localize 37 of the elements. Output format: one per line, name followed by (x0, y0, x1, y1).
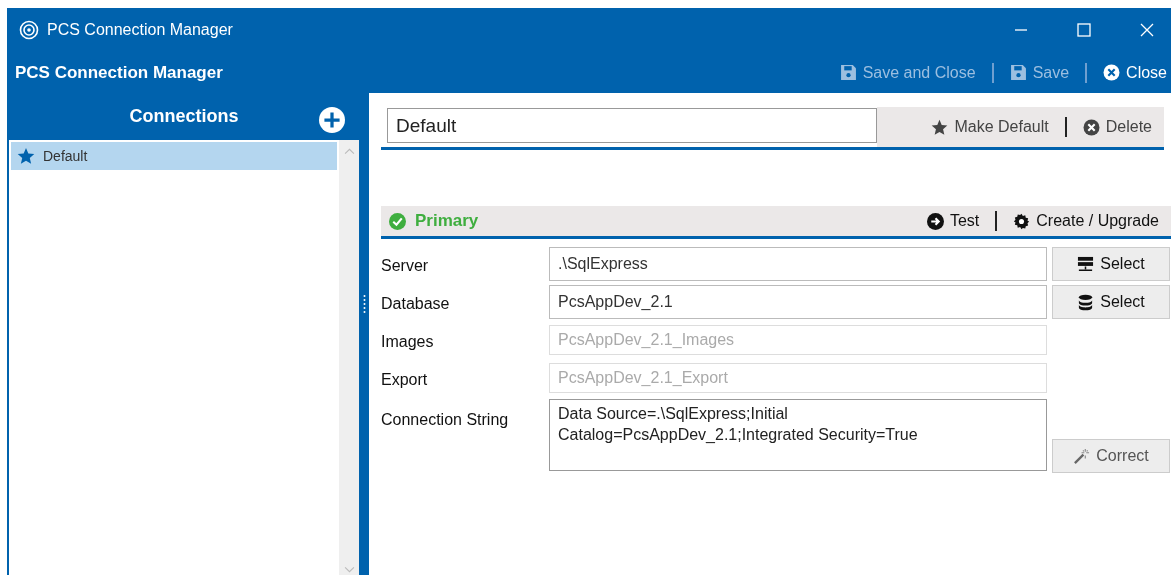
field-button[interactable]: Select (1052, 285, 1170, 319)
field-label: Images (381, 332, 435, 351)
gear-icon (1013, 212, 1031, 230)
section-title: Primary (415, 211, 479, 231)
connection-name-field[interactable]: Default (387, 108, 877, 143)
save-icon (1009, 64, 1027, 81)
field-label: Connection String (381, 410, 510, 429)
section-action-button[interactable]: Create / Upgrade (1009, 210, 1163, 232)
splitter-handle[interactable] (359, 93, 369, 575)
field-label: Export (381, 370, 429, 389)
connection-item[interactable]: Default (11, 142, 337, 170)
wand-icon (1073, 447, 1091, 465)
connections-heading: Connections (129, 106, 239, 127)
app-logo-icon (19, 20, 39, 40)
server-icon (1077, 255, 1095, 273)
text-field[interactable]: .\SqlExpress (549, 247, 1047, 281)
star-icon (931, 118, 949, 136)
window-title: PCS Connection Manager (47, 21, 233, 39)
header-action-button[interactable]: Close (1099, 61, 1171, 84)
field-label: Server (381, 256, 430, 275)
arrow-circle-icon (926, 212, 944, 230)
field-button[interactable]: Select (1052, 247, 1170, 281)
field-button[interactable]: Correct (1052, 439, 1170, 473)
save-icon (839, 64, 857, 81)
database-icon (1077, 293, 1095, 311)
field-label: Database (381, 294, 451, 313)
text-field[interactable]: PcsAppDev_2.1 (549, 285, 1047, 319)
app-heading: PCS Connection Manager (15, 62, 223, 83)
close-icon[interactable] (1139, 22, 1155, 38)
delete-icon (1082, 118, 1100, 136)
add-icon[interactable] (319, 107, 345, 133)
connection-string-field[interactable]: Data Source=.\SqlExpress;Initial Catalog=PcsAppDev_2.1;Integrated Security=True (549, 399, 1047, 471)
section-action-button[interactable]: Test (922, 210, 984, 232)
close-icon (1103, 64, 1121, 81)
toolbar-button[interactable]: Make Default (927, 116, 1053, 138)
toolbar-button[interactable]: Delete (1078, 116, 1156, 138)
maximize-icon[interactable] (1076, 22, 1092, 38)
